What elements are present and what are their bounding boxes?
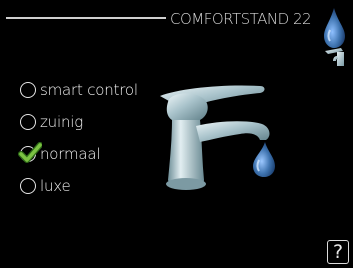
option-smart-control[interactable]: smart control (20, 78, 138, 102)
option-label: normaal (40, 145, 101, 163)
tap-water-drop-icon (324, 8, 345, 66)
option-label: smart control (40, 81, 138, 99)
option-zuinig[interactable]: zuinig (20, 110, 83, 134)
radio-unchecked-icon[interactable] (20, 178, 36, 194)
checkmark-icon (18, 142, 42, 163)
radio-checked-icon[interactable] (18, 142, 42, 163)
radio-unchecked-icon[interactable] (20, 114, 36, 130)
faucet-icon (160, 85, 275, 190)
option-label: zuinig (40, 113, 84, 131)
option-luxe[interactable]: luxe (20, 174, 71, 198)
radio-unchecked-icon[interactable] (20, 82, 36, 98)
help-button[interactable]: ? (327, 240, 349, 264)
comfort-setting-screen: COMFORTSTAND 22 smart control zuinig nor… (0, 0, 353, 268)
page-title: COMFORTSTAND 22 (170, 10, 312, 28)
option-label: luxe (40, 177, 71, 195)
header-divider (6, 17, 166, 19)
option-normaal[interactable]: normaal (18, 142, 101, 166)
